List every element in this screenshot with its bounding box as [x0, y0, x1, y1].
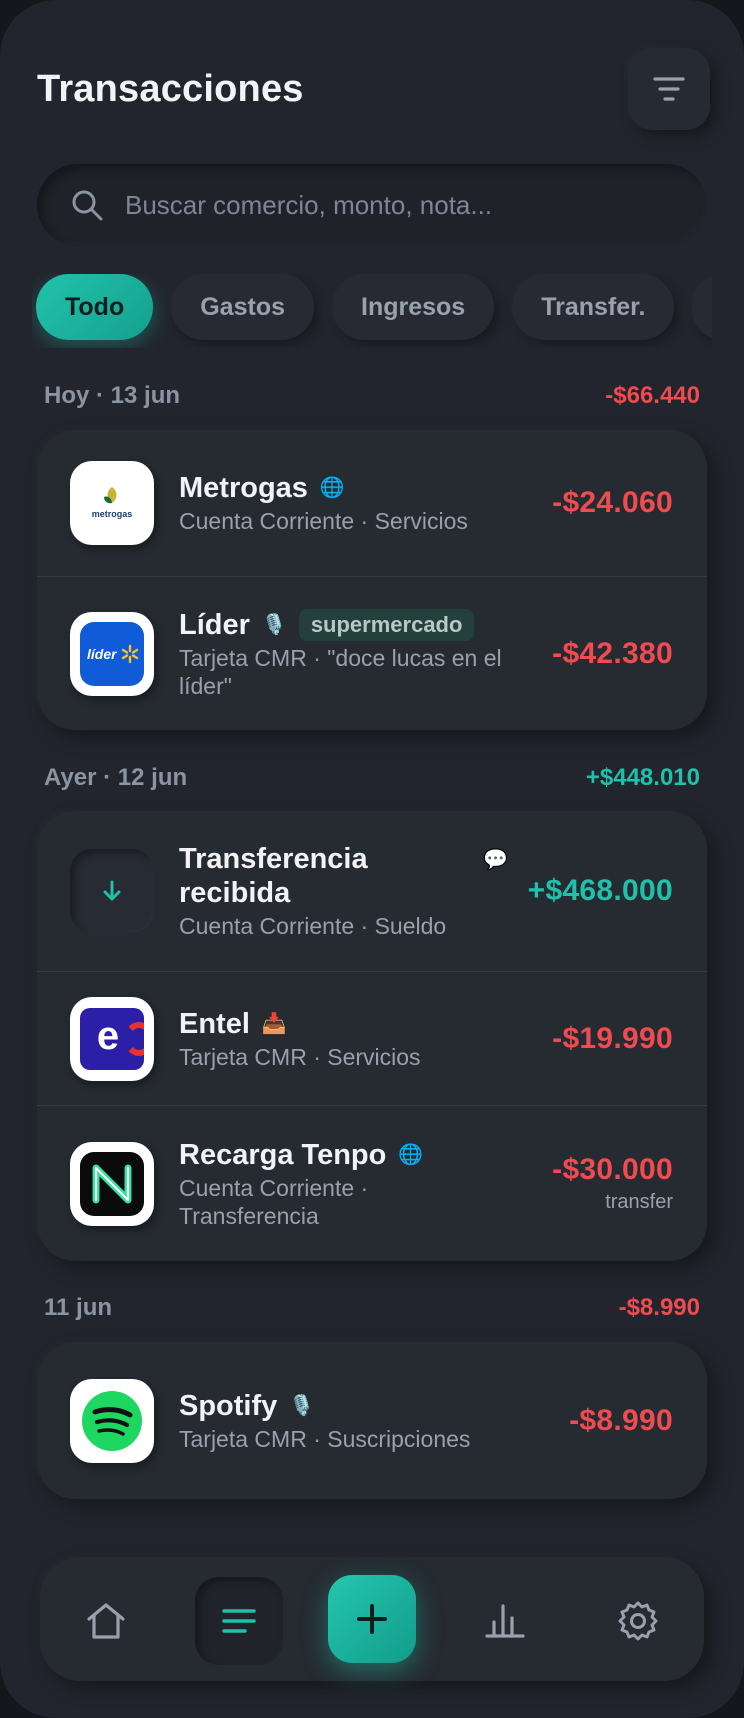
transaction-amount: +$468.000: [527, 874, 673, 907]
transaction-subtitle: Cuenta Corriente · Transferencia: [179, 1174, 369, 1229]
nav-stats[interactable]: [461, 1577, 549, 1665]
chip-transfer[interactable]: Transfer.: [512, 274, 675, 340]
chip-gastos[interactable]: Gastos: [171, 274, 314, 340]
transaction-row[interactable]: Recarga Tenpo 🌐 Cuenta Corriente · Trans…: [37, 1105, 707, 1261]
group-total: -$8.990: [618, 1294, 700, 1321]
filter-chips: Todo Gastos Ingresos Transfer.: [32, 274, 712, 348]
chip-todo[interactable]: Todo: [36, 274, 154, 340]
merchant-name: Spotify: [179, 1389, 278, 1422]
tenpo-logo: [70, 1141, 154, 1226]
chip-ingresos[interactable]: Ingresos: [332, 274, 495, 340]
transaction-row[interactable]: Transferencia recibida 💬 Cuenta Corrient…: [37, 811, 707, 971]
transaction-card: Transferencia recibida 💬 Cuenta Corrient…: [37, 811, 707, 1261]
header: Transacciones: [37, 48, 710, 132]
lider-logo: líder: [70, 611, 154, 696]
merchant-name: Transferencia recibida: [179, 843, 368, 909]
transaction-subtitle: Tarjeta CMR · "doce lucas en el líder": [179, 644, 502, 699]
category-tag: supermercado: [298, 608, 475, 641]
search-icon: [69, 187, 105, 223]
transaction-subtitle: Tarjeta CMR · Suscripciones: [179, 1425, 471, 1452]
group-date: 11 jun: [44, 1294, 113, 1321]
transaction-row[interactable]: e Entel 📥 Tarjeta CMR · Servicios -$19.9…: [37, 971, 707, 1105]
search-bar[interactable]: [37, 164, 707, 246]
transaction-card: Spotify 🎙️ Tarjeta CMR · Suscripciones -…: [37, 1342, 707, 1499]
inbox-icon: 📥: [261, 1012, 287, 1035]
transaction-amount: -$42.380: [552, 636, 673, 670]
transaction-amount: -$8.990: [569, 1403, 673, 1437]
page-title: Transacciones: [37, 68, 304, 110]
filter-icon: [653, 77, 685, 101]
nav-settings[interactable]: [594, 1577, 682, 1665]
group-header: Hoy · 13 jun -$66.440: [44, 379, 700, 413]
microphone-icon: 🎙️: [289, 1394, 315, 1417]
spotify-logo: [70, 1378, 154, 1463]
merchant-name: Líder: [179, 608, 250, 641]
transaction-subtitle: Cuenta Corriente · Sueldo: [179, 913, 447, 939]
transaction-amount: -$30.000: [552, 1153, 673, 1186]
list-icon: [222, 1609, 256, 1633]
microphone-icon: 🎙️: [261, 613, 287, 636]
merchant-name: Metrogas: [179, 472, 308, 504]
transaction-amount: -$24.060: [552, 486, 673, 519]
group-header: Ayer · 12 jun +$448.010: [44, 761, 700, 795]
arrow-down-icon: [103, 880, 121, 901]
transfer-logo: [70, 849, 154, 933]
group-date: Hoy · 13 jun: [44, 382, 181, 409]
globe-icon: 🌐: [319, 477, 345, 499]
app-screen: Transacciones Todo Gastos Ingresos Trans…: [0, 0, 744, 1718]
transaction-subtitle: Cuenta Corriente · Servicios: [179, 508, 468, 534]
group-total: +$448.010: [585, 764, 700, 791]
chip-more[interactable]: [692, 274, 712, 340]
svg-text:metrogas: metrogas: [92, 509, 133, 519]
nav-home[interactable]: [62, 1577, 150, 1665]
metrogas-logo: metrogas: [70, 461, 154, 545]
bottom-navigation: [40, 1557, 704, 1681]
add-transaction-button[interactable]: [328, 1575, 416, 1663]
merchant-name: Entel: [179, 1007, 250, 1040]
globe-icon: 🌐: [398, 1143, 424, 1166]
settings-icon: [618, 1601, 658, 1641]
add-icon: [357, 1604, 387, 1634]
nav-transactions[interactable]: [195, 1577, 283, 1665]
entel-logo: e: [70, 996, 154, 1081]
transaction-row[interactable]: líder Líder 🎙️ supermercado Tarjeta CMR …: [37, 576, 707, 730]
group-date: Ayer · 12 jun: [44, 764, 188, 791]
chat-icon: 💬: [483, 849, 508, 871]
chart-icon: [485, 1604, 525, 1638]
transaction-row[interactable]: Spotify 🎙️ Tarjeta CMR · Suscripciones -…: [37, 1342, 707, 1499]
svg-text:líder: líder: [87, 646, 118, 662]
home-icon: [87, 1603, 125, 1639]
merchant-name: Recarga Tenpo: [179, 1138, 387, 1171]
search-input[interactable]: [125, 189, 685, 221]
filter-button[interactable]: [628, 48, 710, 130]
transaction-note: transfer: [605, 1191, 673, 1213]
transaction-row[interactable]: metrogas Metrogas 🌐 Cuenta Corriente · S…: [37, 430, 707, 576]
transaction-amount: -$19.990: [552, 1021, 673, 1055]
transaction-card: metrogas Metrogas 🌐 Cuenta Corriente · S…: [37, 430, 707, 730]
group-header: 11 jun -$8.990: [44, 1291, 700, 1325]
transaction-subtitle: Tarjeta CMR · Servicios: [179, 1043, 421, 1070]
group-total: -$66.440: [605, 382, 700, 409]
